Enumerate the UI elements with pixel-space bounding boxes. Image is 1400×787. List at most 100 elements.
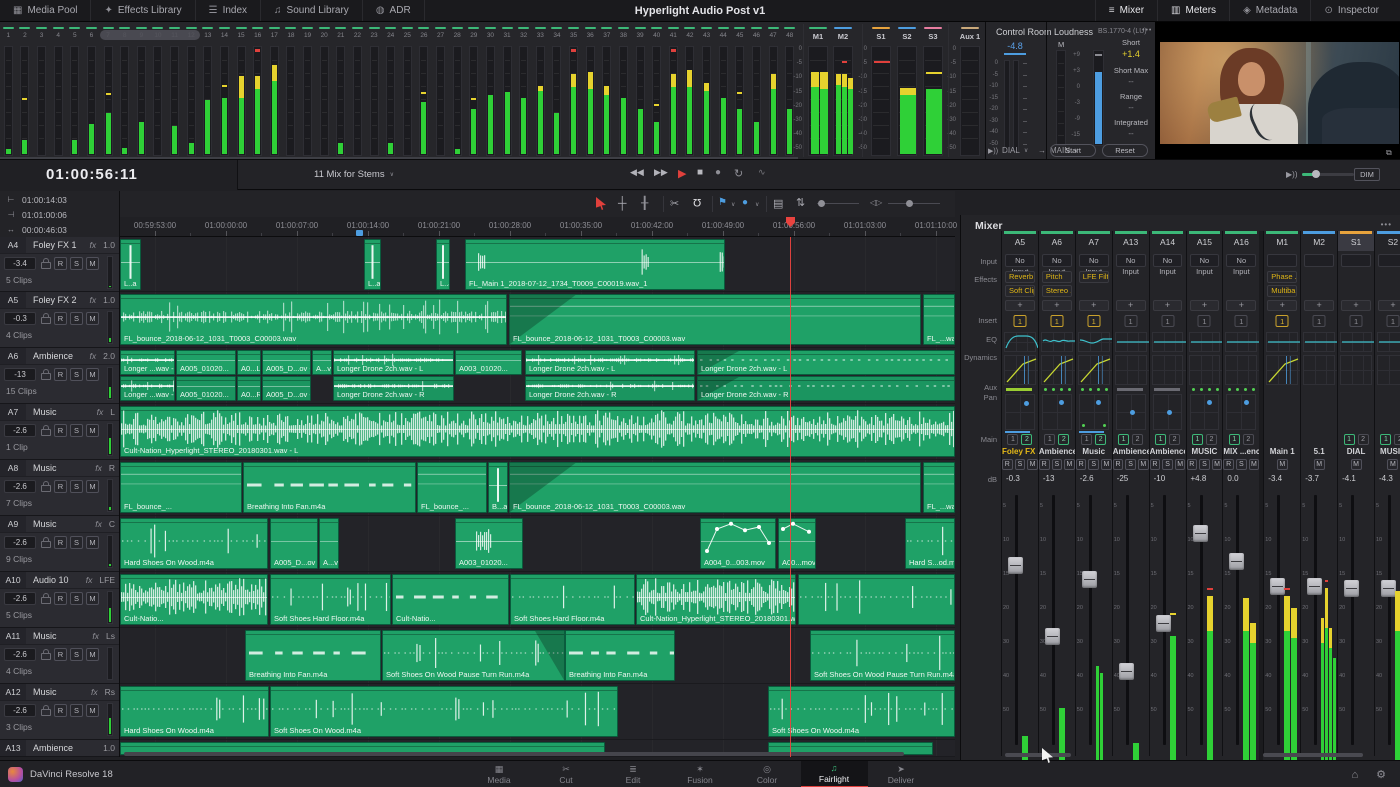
track-header-a13[interactable]: A13Ambience1.0: [0, 740, 120, 757]
track-r-button[interactable]: R: [54, 592, 67, 605]
track-s-button[interactable]: S: [70, 424, 83, 437]
strip-s-button[interactable]: S: [1052, 459, 1063, 470]
track-r-button[interactable]: R: [54, 480, 67, 493]
fader-handle[interactable]: [1229, 553, 1244, 570]
fader-handle[interactable]: [1381, 580, 1396, 597]
toolbar-button-sound-library[interactable]: ♫Sound Library: [261, 0, 363, 21]
strip-aux-send[interactable]: [1006, 388, 1032, 391]
track-volume[interactable]: -13: [4, 368, 36, 381]
loudness-reset-button[interactable]: Reset: [1102, 144, 1148, 157]
fader-groove[interactable]: [1126, 495, 1129, 745]
strip-main-2-badge[interactable]: 2: [1206, 434, 1217, 445]
automation-icon[interactable]: ∿: [758, 167, 766, 178]
strip-id[interactable]: A16: [1223, 235, 1259, 250]
strip-m-button[interactable]: M: [1249, 459, 1260, 470]
strip-s-button[interactable]: S: [1236, 459, 1247, 470]
strip-r-button[interactable]: R: [1150, 459, 1161, 470]
strip-input[interactable]: No Input: [1116, 254, 1146, 267]
strip-add-effect-button[interactable]: +: [1304, 300, 1334, 311]
strip-input[interactable]: No Input: [1079, 254, 1109, 267]
strip-track-name[interactable]: 5.1: [1301, 447, 1337, 456]
track-r-button[interactable]: R: [54, 704, 67, 717]
strip-add-effect-button[interactable]: +: [1005, 300, 1035, 311]
strip-insert-button[interactable]: 1: [1313, 315, 1326, 327]
audio-clip[interactable]: Soft Shoes On Wood.m4a: [270, 686, 618, 737]
fader-groove[interactable]: [1052, 495, 1055, 745]
chevron-down-icon[interactable]: ∨: [755, 201, 759, 208]
strip-main-2-badge[interactable]: 2: [1243, 434, 1254, 445]
strip-input[interactable]: [1378, 254, 1400, 267]
fit-zoom-icon[interactable]: ◁▷: [870, 198, 882, 207]
pan-position-dot[interactable]: [1130, 410, 1135, 415]
playhead-line[interactable]: [790, 237, 791, 757]
audio-clip[interactable]: FL_bounce_2018-06-12_1031_T0003_C00003.w…: [509, 294, 921, 345]
mixer-strip-a15[interactable]: A15No Input+112MUSICRSM+4.85101520304050: [1186, 231, 1223, 756]
fader-groove[interactable]: [1314, 495, 1317, 745]
audio-clip[interactable]: A005_01020...: [176, 350, 236, 375]
track-s-button[interactable]: S: [70, 257, 83, 270]
strip-main-1-badge[interactable]: 1: [1044, 434, 1055, 445]
strip-pan[interactable]: [1153, 394, 1183, 430]
audio-clip[interactable]: A005_01020...: [176, 376, 236, 401]
gear-icon[interactable]: ⚙: [1376, 768, 1386, 781]
strip-m-button[interactable]: M: [1064, 459, 1075, 470]
fader-handle[interactable]: [1344, 580, 1359, 597]
fader-handle[interactable]: [1119, 663, 1134, 680]
toolbar-button-media-pool[interactable]: ▦Media Pool: [0, 0, 91, 21]
audio-clip[interactable]: FL_...wa: [923, 462, 955, 513]
strip-insert-button[interactable]: 1: [1050, 315, 1063, 327]
audio-clip[interactable]: A005_D...ov - L: [270, 518, 318, 569]
strip-dynamics[interactable]: [1004, 355, 1036, 385]
audio-clip[interactable]: Longer Drone 2ch.wav - R: [333, 376, 454, 401]
track-volume[interactable]: -0.3: [4, 312, 36, 325]
strip-dynamics[interactable]: [1303, 355, 1335, 385]
strip-id[interactable]: M2: [1301, 235, 1337, 250]
strip-eq[interactable]: [1004, 332, 1036, 352]
fader-handle[interactable]: [1008, 557, 1023, 574]
audio-clip[interactable]: Soft Shoes On Wood Pause Turn Run.m4a: [810, 630, 955, 681]
scissors-icon[interactable]: ✂: [670, 197, 679, 210]
track-header-a5[interactable]: A5Foley FX 2fx1.0-0.3RSM4 Clips: [0, 292, 120, 348]
track-header-a4[interactable]: A4Foley FX 1fx1.0-3.4RSM5 Clips: [0, 237, 120, 292]
audio-clip[interactable]: Cult-Natio...: [120, 574, 268, 625]
track-m-button[interactable]: M: [86, 592, 99, 605]
audio-clip[interactable]: A003_01020...: [455, 518, 523, 569]
track-s-button[interactable]: S: [70, 704, 83, 717]
audio-clip[interactable]: Cult-Nation_Hyperlight_STEREO_20180301.w…: [636, 574, 796, 625]
audio-clip[interactable]: FL_bounce_2018-06-12_1031_T0003_C00003.w…: [509, 462, 921, 513]
strip-id[interactable]: M1: [1264, 235, 1300, 250]
mixer-strip-m1[interactable]: M1Phase ...Multiba...+1Main 1M-3.4510152…: [1263, 231, 1300, 756]
track-header-a12[interactable]: A12MusicfxRs-2.6RSM3 Clips: [0, 684, 120, 740]
audio-clip[interactable]: B...a: [488, 462, 508, 513]
audio-clip[interactable]: L..a: [436, 239, 450, 290]
track-r-button[interactable]: R: [54, 312, 67, 325]
strip-dynamics[interactable]: [1041, 355, 1073, 385]
strip-add-effect-button[interactable]: +: [1378, 300, 1400, 311]
audio-clip[interactable]: A003_01020...: [455, 350, 522, 375]
strip-main-1-badge[interactable]: 1: [1155, 434, 1166, 445]
audio-clip[interactable]: [798, 574, 955, 625]
strip-insert-button[interactable]: 1: [1198, 315, 1211, 327]
strip-main-2-badge[interactable]: 2: [1394, 434, 1400, 445]
track-s-button[interactable]: S: [70, 368, 83, 381]
strip-aux-send[interactable]: [1117, 388, 1143, 391]
strip-main-2-badge[interactable]: 2: [1058, 434, 1069, 445]
track-m-button[interactable]: M: [86, 424, 99, 437]
play-button[interactable]: ▶: [678, 167, 686, 180]
strip-eq[interactable]: [1225, 332, 1257, 352]
record-button[interactable]: ●: [715, 167, 721, 178]
audio-clip[interactable]: A...v: [319, 518, 339, 569]
fader-handle[interactable]: [1307, 578, 1322, 595]
audio-clip[interactable]: Breathing Into Fan.m4a: [245, 630, 381, 681]
mixer-strip-a16[interactable]: A16No Input+112MIX ...enceRSM0.051015203…: [1222, 231, 1259, 756]
strip-track-name[interactable]: MUSIC: [1187, 447, 1223, 456]
strip-main-1-badge[interactable]: 1: [1081, 434, 1092, 445]
strip-r-button[interactable]: R: [1039, 459, 1050, 470]
strip-insert-button[interactable]: 1: [1087, 315, 1100, 327]
fader-handle[interactable]: [1270, 578, 1285, 595]
monitor-volume-knob[interactable]: [1312, 170, 1320, 178]
audio-clip[interactable]: Breathing Into Fan.m4a: [243, 462, 416, 513]
strip-id[interactable]: S1: [1338, 235, 1374, 250]
strip-insert-button[interactable]: 1: [1276, 315, 1289, 327]
strip-main-1-badge[interactable]: 1: [1380, 434, 1391, 445]
